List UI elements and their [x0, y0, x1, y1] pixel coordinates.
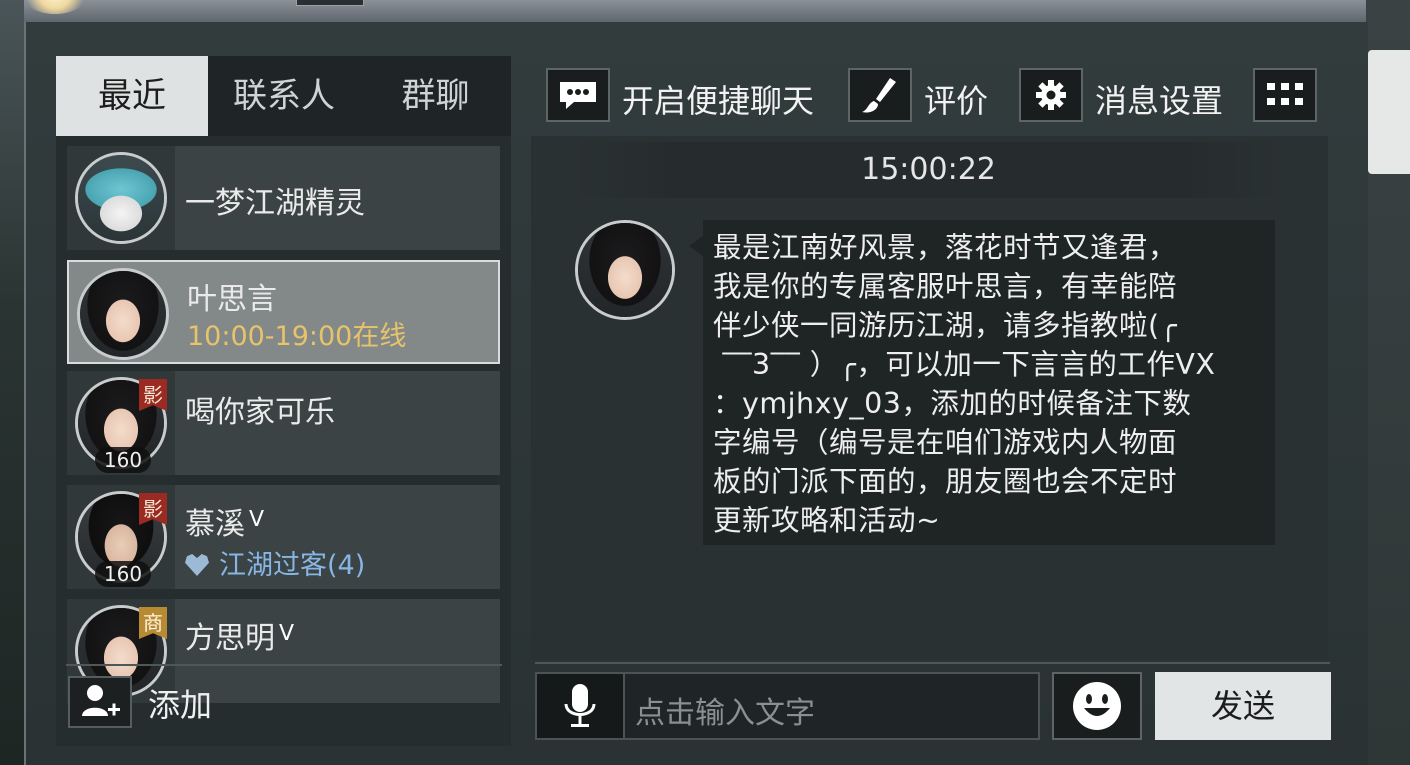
input-placeholder: 点击输入文字	[635, 696, 815, 731]
top-tab-edge	[296, 0, 364, 6]
chat-messages-area[interactable]: 15:00:22 最是江南好风景，落花时节又逢君， 我是你的专属客服叶思言，有幸…	[531, 136, 1328, 660]
contact-name: 喝你家可乐	[185, 395, 335, 430]
input-divider	[535, 662, 1330, 664]
relation-text: 江湖过客(4)	[219, 550, 366, 581]
contact-name: 一梦江湖精灵	[185, 186, 365, 221]
verified-mark: ᐯ	[249, 507, 265, 532]
message-settings-button[interactable]	[1019, 68, 1083, 122]
bubble-tail	[689, 236, 703, 256]
side-tab[interactable]	[1368, 50, 1410, 174]
chat-bubble-icon	[560, 82, 596, 109]
avatar-frame	[69, 262, 177, 366]
contact-item-spirit[interactable]: 一梦江湖精灵	[67, 146, 500, 250]
gear-icon	[1036, 80, 1066, 110]
level-badge: 160	[95, 561, 151, 587]
tab-group-chat[interactable]: 群聊	[360, 56, 511, 136]
level-badge: 160	[95, 447, 151, 473]
quick-chat-label[interactable]: 开启便捷聊天	[622, 76, 814, 122]
contact-item-mu-xi[interactable]: 影 160 慕溪 ᐯ 江湖过客(4)	[67, 485, 500, 589]
avatar-frame	[67, 146, 175, 250]
emoji-button[interactable]	[1052, 672, 1142, 740]
message-text: 最是江南好风景，落花时节又逢君， 我是你的专属客服叶思言，有幸能陪 伴少侠一同游…	[713, 231, 1216, 537]
grid-menu-icon	[1267, 83, 1303, 105]
add-friend-button[interactable]	[68, 676, 132, 728]
avatar	[77, 268, 169, 360]
scene-left-edge	[0, 0, 24, 765]
conversation-list-panel: 最近 联系人 群聊 一梦江湖精灵 叶思言 10:00-19:00在线 影 160	[56, 56, 511, 746]
list-divider	[66, 664, 502, 666]
brush-icon	[862, 78, 896, 113]
microphone-icon	[564, 684, 596, 727]
contact-item-he-ni-jia-kele[interactable]: 影 160 喝你家可乐	[67, 371, 500, 475]
avatar	[75, 152, 167, 244]
contact-name-row: 方思明 ᐯ	[185, 613, 294, 657]
contact-name: 叶思言	[187, 282, 277, 317]
contact-list[interactable]: 一梦江湖精灵 叶思言 10:00-19:00在线 影 160 喝你家可乐 影 1	[56, 136, 511, 711]
rate-button[interactable]	[848, 68, 912, 122]
quick-chat-button[interactable]	[546, 68, 610, 122]
add-user-icon	[82, 685, 120, 716]
more-menu-button[interactable]	[1253, 68, 1317, 122]
conversation-tabs: 最近 联系人 群聊	[56, 56, 511, 136]
send-button[interactable]: 发送	[1155, 672, 1331, 740]
sender-avatar[interactable]	[575, 220, 675, 320]
online-hours: 10:00-19:00在线	[187, 321, 407, 352]
avatar-frame: 影 160	[67, 371, 175, 475]
contact-item-ye-siyan[interactable]: 叶思言 10:00-19:00在线	[67, 260, 500, 364]
add-label[interactable]: 添加	[148, 680, 212, 726]
message-timestamp: 15:00:22	[571, 142, 1286, 198]
contact-name-row: 慕溪 ᐯ	[185, 499, 264, 543]
tab-recent[interactable]: 最近	[56, 56, 208, 136]
voice-input-button[interactable]	[537, 674, 625, 738]
top-strip	[24, 0, 1366, 22]
avatar-frame: 影 160	[67, 485, 175, 589]
message-bubble: 最是江南好风景，落花时节又逢君， 我是你的专属客服叶思言，有幸能陪 伴少侠一同游…	[703, 220, 1275, 545]
contact-name: 方思明	[185, 621, 275, 656]
verified-mark: ᐯ	[279, 621, 295, 646]
rate-label[interactable]: 评价	[924, 76, 988, 122]
message-settings-label[interactable]: 消息设置	[1095, 76, 1223, 122]
relation-row: 江湖过客(4)	[185, 543, 365, 582]
tab-contacts[interactable]: 联系人	[208, 56, 360, 136]
smiley-icon	[1073, 682, 1121, 730]
heart-icon	[185, 554, 209, 576]
message-input-field[interactable]: 点击输入文字	[535, 672, 1040, 740]
contact-name: 慕溪	[185, 507, 245, 542]
